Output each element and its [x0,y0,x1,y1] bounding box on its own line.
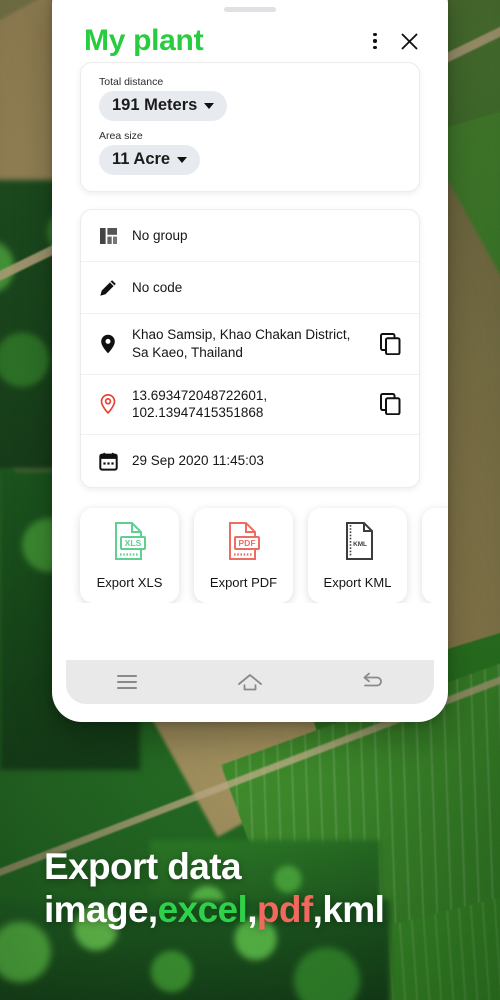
map-pin-icon [97,334,119,354]
detail-row-label: Khao Samsip, Khao Chakan District, Sa Ka… [132,327,351,360]
caption-comma-2: , [312,889,323,931]
app-bar: My plant [52,18,448,64]
export-pdf-button[interactable]: PDF Export PDF [194,508,293,604]
pdf-file-icon: PDF [226,521,262,566]
details-card: No group No code Khao Samsip, Khao Chaka… [80,209,420,489]
phone-panel: My plant Total distance 191 Meters Area … [52,0,448,722]
svg-text:KML: KML [353,541,367,548]
measurements-card: Total distance 191 Meters Area size 11 A… [80,62,420,192]
dashboard-icon [97,227,119,244]
detail-row-label: 29 Sep 2020 11:45:03 [132,453,264,469]
detail-row-group[interactable]: No group [81,210,419,262]
detail-row-label: No code [132,279,183,295]
export-next-button[interactable] [422,508,448,604]
kml-file-icon: KML [341,521,375,566]
caption-kml-word: kml [322,889,385,931]
export-xls-label: Export XLS [96,575,163,591]
calendar-icon [97,452,119,471]
export-options-row[interactable]: XLS Export XLS PDF Export PDF KML Export… [52,488,448,604]
caption-pdf-word: pdf [256,889,313,931]
detail-row-coordinates[interactable]: 13.693472048722601, 102.13947415351868 [81,375,419,436]
pencil-icon [97,279,119,297]
close-icon[interactable] [392,24,426,58]
copy-icon[interactable] [377,393,403,416]
page-title: My plant [84,24,204,57]
caption-line-2: image,excel,pdf,kml [44,889,474,932]
back-icon[interactable] [346,664,400,700]
total-distance-label: Total distance [99,76,164,88]
detail-row-code[interactable]: No code [81,262,419,314]
total-distance-value: 191 Meters [112,96,198,114]
svg-text:PDF: PDF [238,538,255,548]
caption-block: Export data image,excel,pdf,kml [44,846,474,932]
more-vertical-icon[interactable] [358,24,392,58]
detail-row-address[interactable]: Khao Samsip, Khao Chakan District, Sa Ka… [81,314,419,375]
area-size-label: Area size [99,130,143,142]
export-xls-button[interactable]: XLS Export XLS [80,508,179,604]
area-size-dropdown[interactable]: 11 Acre [99,145,201,175]
area-size-value: 11 Acre [112,150,171,168]
caption-line-1: Export data [44,846,242,888]
menu-icon[interactable] [100,664,154,700]
copy-icon[interactable] [377,332,403,355]
detail-row-label: 13.693472048722601, 102.13947415351868 [132,387,268,421]
android-navigation-bar [66,660,434,704]
map-pin-red-icon [97,394,119,415]
panel-content: Total distance 191 Meters Area size 11 A… [52,62,448,636]
home-icon[interactable] [223,664,277,700]
chevron-down-icon [177,156,188,163]
caption-image-word: image, [44,889,158,931]
export-kml-button[interactable]: KML Export KML [308,508,407,604]
xls-file-icon: XLS [112,521,148,566]
screenshot-root: My plant Total distance 191 Meters Area … [0,0,500,1000]
detail-row-timestamp: 29 Sep 2020 11:45:03 [81,435,419,487]
detail-row-label: No group [132,227,188,243]
export-pdf-label: Export PDF [209,575,278,591]
total-distance-dropdown[interactable]: 191 Meters [99,91,228,121]
svg-text:XLS: XLS [124,538,141,548]
caption-excel-word: excel [157,889,248,931]
caption-comma-1: , [247,889,257,931]
drag-handle[interactable] [224,7,276,12]
export-kml-label: Export KML [323,575,392,591]
chevron-down-icon [204,102,215,109]
